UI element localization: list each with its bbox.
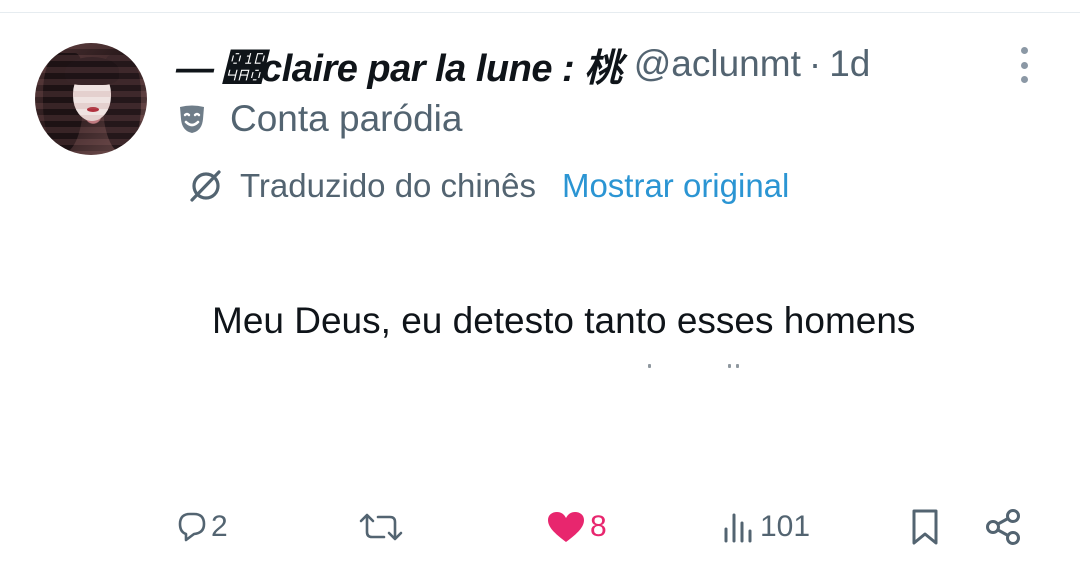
share-button[interactable] (985, 500, 1023, 554)
tweet-timestamp[interactable]: 1d (829, 43, 870, 85)
partial-text-line (600, 358, 800, 370)
more-vertical-icon[interactable] (1014, 47, 1034, 83)
share-icon (986, 509, 1020, 545)
like-button[interactable]: 8 (546, 500, 607, 554)
reply-count: 2 (211, 510, 228, 543)
bookmark-button[interactable] (909, 500, 941, 554)
tweet-text: Meu Deus, eu detesto tanto esses homens (212, 300, 916, 341)
repost-button[interactable] (358, 500, 408, 554)
reply-icon (178, 512, 206, 542)
views-icon (724, 513, 752, 543)
views-count: 101 (760, 510, 811, 543)
tweet-header: — 𝒠claire par la lune : 桃 @aclunmt · 1d (176, 42, 870, 90)
separator-dot: · (808, 43, 822, 84)
translation-notice: Traduzido do chinês Mostrar original (186, 164, 789, 208)
user-handle[interactable]: @aclunmt (634, 43, 801, 85)
show-original-link[interactable]: Mostrar original (562, 167, 789, 205)
translate-icon (190, 170, 221, 202)
bookmark-icon (912, 509, 938, 545)
heart-icon (548, 512, 584, 542)
display-name[interactable]: — 𝒠claire par la lune : 桃 (176, 37, 622, 92)
parody-mask-icon (180, 105, 204, 133)
reply-button[interactable]: 2 (177, 500, 228, 554)
top-divider (0, 0, 1080, 13)
parody-label: Conta paródia (230, 98, 463, 139)
translated-label: Traduzido do chinês (240, 167, 536, 204)
parody-badge: Conta paródia (176, 96, 462, 142)
views-button[interactable]: 101 (722, 500, 810, 554)
like-count: 8 (590, 510, 607, 543)
avatar[interactable] (35, 43, 147, 155)
tweet-actions: 2 8 101 (0, 500, 1080, 554)
repost-icon (359, 513, 403, 541)
